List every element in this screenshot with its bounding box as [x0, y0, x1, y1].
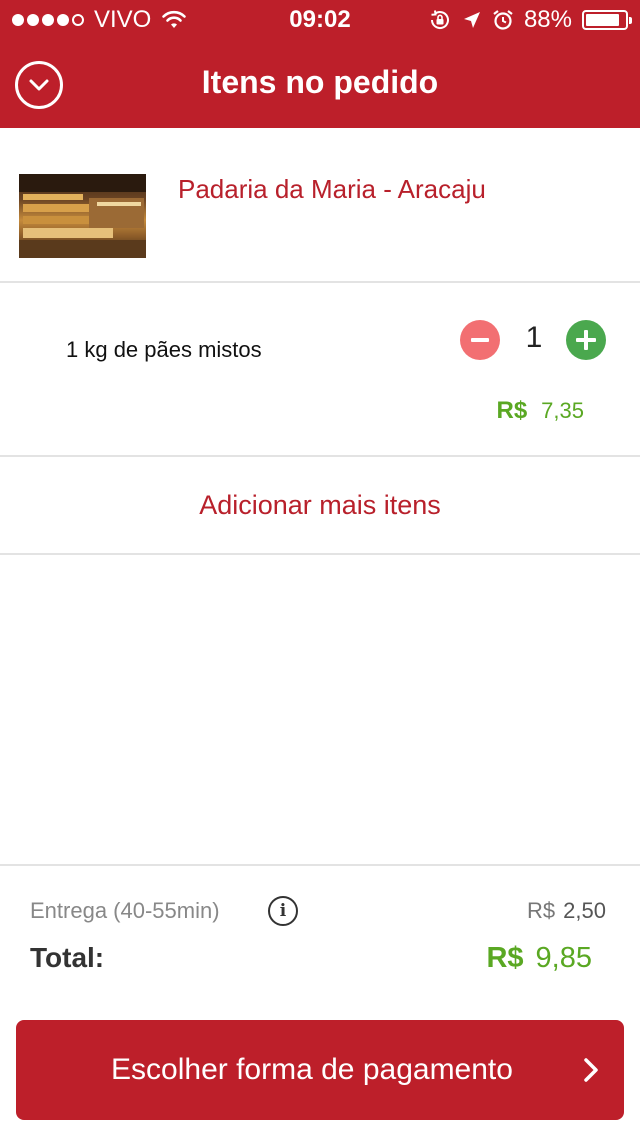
item-price: R$ 7,35 — [496, 397, 584, 425]
item-name: 1 kg de pães mistos — [66, 337, 262, 362]
item-price-currency: R$ — [496, 397, 528, 424]
delivery-price: R$ 2,50 — [527, 898, 606, 924]
store-name[interactable]: Padaria da Maria - Aracaju — [178, 174, 486, 205]
status-right: 88% — [428, 6, 632, 34]
info-icon[interactable]: i — [268, 896, 298, 926]
plus-icon — [576, 330, 596, 350]
total-value: 9,85 — [535, 942, 592, 974]
status-bar: VIVO 09:02 88% — [0, 0, 640, 42]
delivery-label: Entrega (40-55min) — [30, 898, 220, 923]
quantity-value: 1 — [525, 321, 543, 354]
add-more-items-button[interactable]: Adicionar mais itens — [0, 457, 640, 555]
store-row: Padaria da Maria - Aracaju — [0, 128, 640, 283]
delivery-value: 2,50 — [563, 898, 606, 923]
total-currency: R$ — [486, 942, 524, 974]
increase-quantity-button[interactable] — [566, 320, 606, 360]
battery-percent: 88% — [523, 6, 572, 33]
location-arrow-icon — [463, 12, 480, 28]
order-item-row: 1 kg de pães mistos 1 R$ 7,35 — [0, 283, 640, 457]
item-price-value: 7,35 — [541, 398, 584, 423]
decrease-quantity-button[interactable] — [460, 320, 500, 360]
choose-payment-label: Escolher forma de pagamento — [111, 1053, 513, 1086]
total-price: R$ 9,85 — [486, 942, 592, 975]
store-photo — [19, 174, 146, 258]
alarm-icon — [493, 10, 513, 30]
header-bar: VIVO 09:02 88% Itens no pedido — [0, 0, 640, 128]
battery-icon — [582, 10, 632, 30]
delivery-currency: R$ — [527, 898, 556, 923]
page-title: Itens no pedido — [201, 64, 439, 100]
total-label: Total: — [30, 942, 105, 973]
rotation-lock-icon — [430, 10, 449, 29]
chevron-right-icon — [584, 1058, 598, 1082]
choose-payment-button[interactable]: Escolher forma de pagamento — [16, 1020, 624, 1120]
minus-icon — [471, 338, 489, 342]
